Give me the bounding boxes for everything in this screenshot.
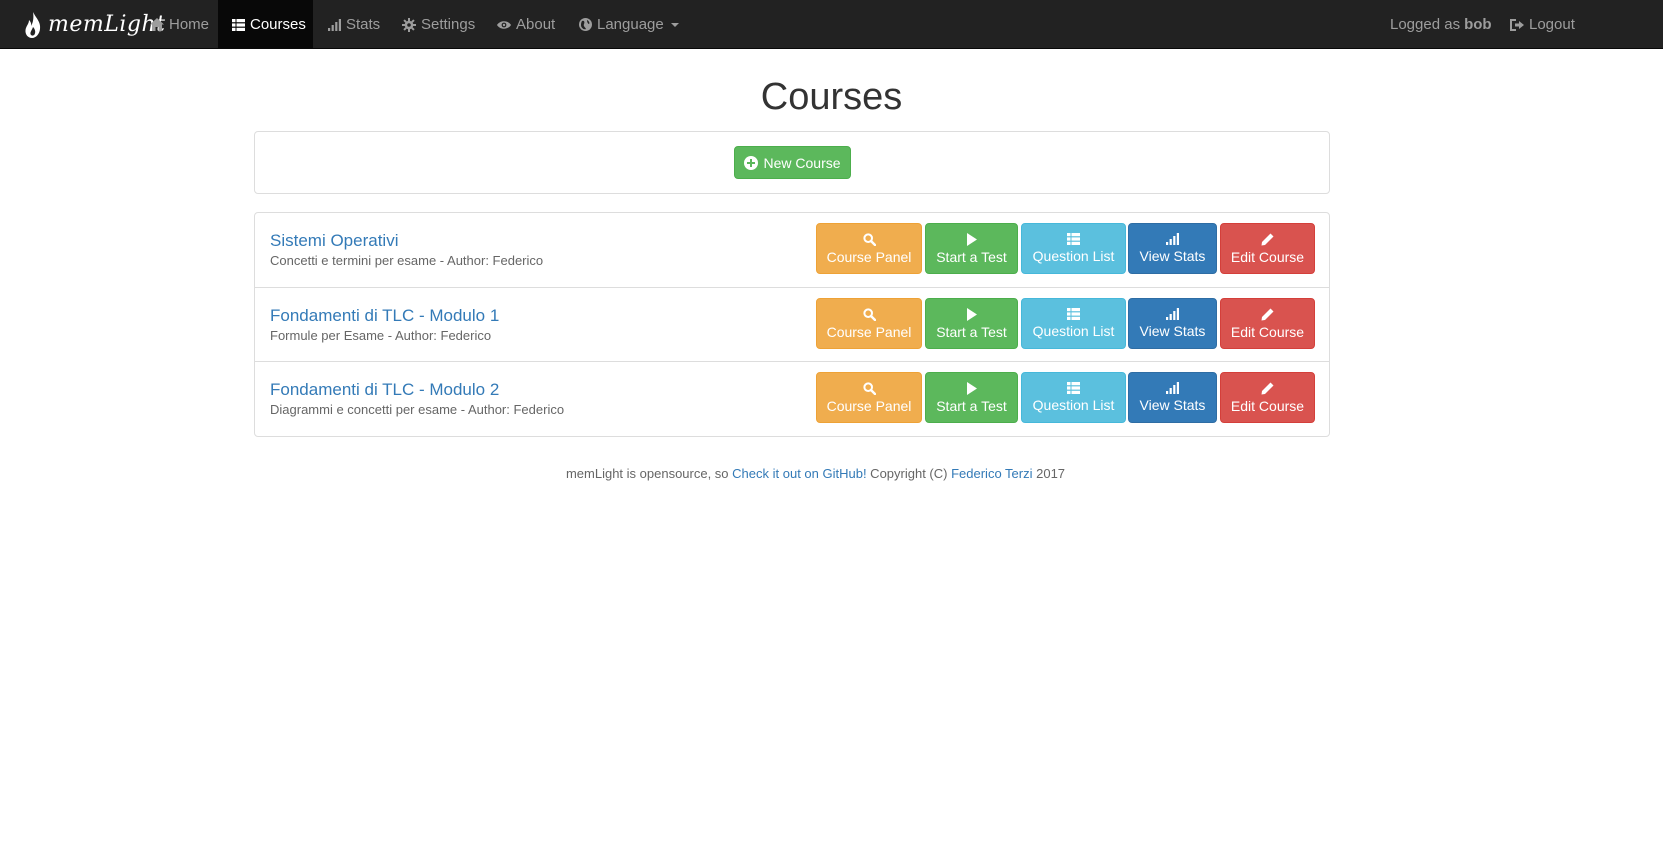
course-panel-button[interactable]: Course Panel <box>816 298 922 349</box>
page-title: Courses <box>760 76 903 118</box>
nav-about-label: About <box>516 16 556 33</box>
signal-icon <box>1166 233 1179 245</box>
gear-icon <box>402 17 416 32</box>
question-list-label: Question List <box>1032 323 1115 339</box>
search-icon <box>862 232 876 246</box>
nav-courses-label: Courses <box>250 16 306 33</box>
course-title-link[interactable]: Sistemi Operativi <box>270 231 398 251</box>
nav-stats[interactable]: Stats <box>328 0 380 49</box>
course-row: Fondamenti di TLC - Modulo 2 Diagrammi e… <box>255 361 1329 436</box>
course-panel-button[interactable]: Course Panel <box>816 372 922 423</box>
top-navbar: memLight Home Courses Stats Settings Abo… <box>0 0 1663 49</box>
footer-text-1: memLight is opensource, so <box>565 466 733 481</box>
new-course-panel: New Course <box>254 131 1330 194</box>
nav-settings-label: Settings <box>421 16 476 33</box>
course-title-link[interactable]: Fondamenti di TLC - Modulo 1 <box>270 306 499 326</box>
caret-down-icon <box>670 22 679 27</box>
flame-icon <box>25 11 41 38</box>
list-icon <box>1067 233 1080 245</box>
author-link[interactable]: Federico Terzi <box>951 466 1032 481</box>
nav-stats-label: Stats <box>346 16 381 33</box>
start-test-label: Start a Test <box>936 323 1007 340</box>
course-row: Fondamenti di TLC - Modulo 1 Formule per… <box>255 287 1329 362</box>
nav-settings[interactable]: Settings <box>402 0 475 49</box>
question-list-label: Question List <box>1032 248 1115 264</box>
nav-about[interactable]: About <box>497 0 555 49</box>
list-icon <box>1067 308 1080 320</box>
course-description: Concetti e termini per esame - Author: F… <box>270 253 544 268</box>
start-test-button[interactable]: Start a Test <box>925 223 1018 274</box>
play-icon <box>966 232 977 246</box>
new-course-button[interactable]: New Course <box>734 146 851 179</box>
view-stats-label: View Stats <box>1139 248 1206 264</box>
plus-circle-icon <box>744 155 759 170</box>
edit-course-label: Edit Course <box>1230 323 1305 340</box>
nav-courses[interactable]: Courses <box>218 0 313 49</box>
start-test-label: Start a Test <box>936 248 1007 265</box>
start-test-label: Start a Test <box>936 397 1007 414</box>
course-description: Diagrammi e concetti per esame - Author:… <box>270 402 565 417</box>
brand-name: memLight <box>48 12 166 37</box>
play-icon <box>966 307 977 321</box>
play-icon <box>966 381 977 395</box>
footer-text-3: 2017 <box>1032 466 1066 481</box>
start-test-button[interactable]: Start a Test <box>925 372 1018 423</box>
new-course-label: New Course <box>763 154 841 171</box>
course-panel-label: Course Panel <box>826 323 912 340</box>
table-icon <box>232 18 245 31</box>
course-description: Formule per Esame - Author: Federico <box>270 328 492 343</box>
course-row: Sistemi Operativi Concetti e termini per… <box>255 213 1329 288</box>
nav-language-label: Language <box>597 16 664 33</box>
view-stats-button[interactable]: View Stats <box>1128 372 1217 423</box>
nav-home[interactable]: Home <box>150 0 209 49</box>
question-list-label: Question List <box>1032 397 1115 413</box>
list-icon <box>1067 382 1080 394</box>
nav-logout[interactable]: Logout <box>1510 0 1575 49</box>
logout-icon <box>1510 18 1524 31</box>
brand-logo[interactable]: memLight <box>24 0 165 49</box>
course-list: Sistemi Operativi Concetti e termini per… <box>254 212 1330 437</box>
view-stats-button[interactable]: View Stats <box>1128 223 1217 274</box>
course-panel-button[interactable]: Course Panel <box>816 223 922 274</box>
course-panel-label: Course Panel <box>826 397 912 414</box>
edit-course-label: Edit Course <box>1230 248 1305 265</box>
search-icon <box>862 381 876 395</box>
logged-prefix: Logged as <box>1390 16 1461 33</box>
search-icon <box>862 307 876 321</box>
logged-user-info: Logged as bob <box>1390 0 1492 49</box>
edit-course-button[interactable]: Edit Course <box>1220 223 1315 274</box>
signal-icon <box>1166 382 1179 394</box>
edit-course-button[interactable]: Edit Course <box>1220 372 1315 423</box>
course-panel-label: Course Panel <box>826 248 912 265</box>
edit-course-label: Edit Course <box>1230 397 1305 414</box>
nav-home-label: Home <box>169 16 210 33</box>
globe-icon <box>579 18 592 31</box>
nav-language-dropdown[interactable]: Language <box>579 0 679 49</box>
footer-text-2: Copyright (C) <box>866 466 952 481</box>
question-list-button[interactable]: Question List <box>1021 223 1126 274</box>
edit-course-button[interactable]: Edit Course <box>1220 298 1315 349</box>
course-title-link[interactable]: Fondamenti di TLC - Modulo 2 <box>270 380 499 400</box>
signal-icon <box>1166 308 1179 320</box>
view-stats-label: View Stats <box>1139 397 1206 413</box>
signal-icon <box>328 18 341 31</box>
view-stats-label: View Stats <box>1139 323 1206 339</box>
pencil-icon <box>1261 233 1274 245</box>
github-link[interactable]: Check it out on GitHub! <box>732 466 866 481</box>
eye-icon <box>497 20 511 29</box>
start-test-button[interactable]: Start a Test <box>925 298 1018 349</box>
pencil-icon <box>1261 382 1274 394</box>
nav-logout-label: Logout <box>1529 16 1575 33</box>
username: bob <box>1464 16 1492 33</box>
footer: memLight is opensource, so Check it out … <box>0 466 1631 481</box>
question-list-button[interactable]: Question List <box>1021 298 1126 349</box>
view-stats-button[interactable]: View Stats <box>1128 298 1217 349</box>
home-icon <box>150 18 164 31</box>
question-list-button[interactable]: Question List <box>1021 372 1126 423</box>
pencil-icon <box>1261 308 1274 320</box>
